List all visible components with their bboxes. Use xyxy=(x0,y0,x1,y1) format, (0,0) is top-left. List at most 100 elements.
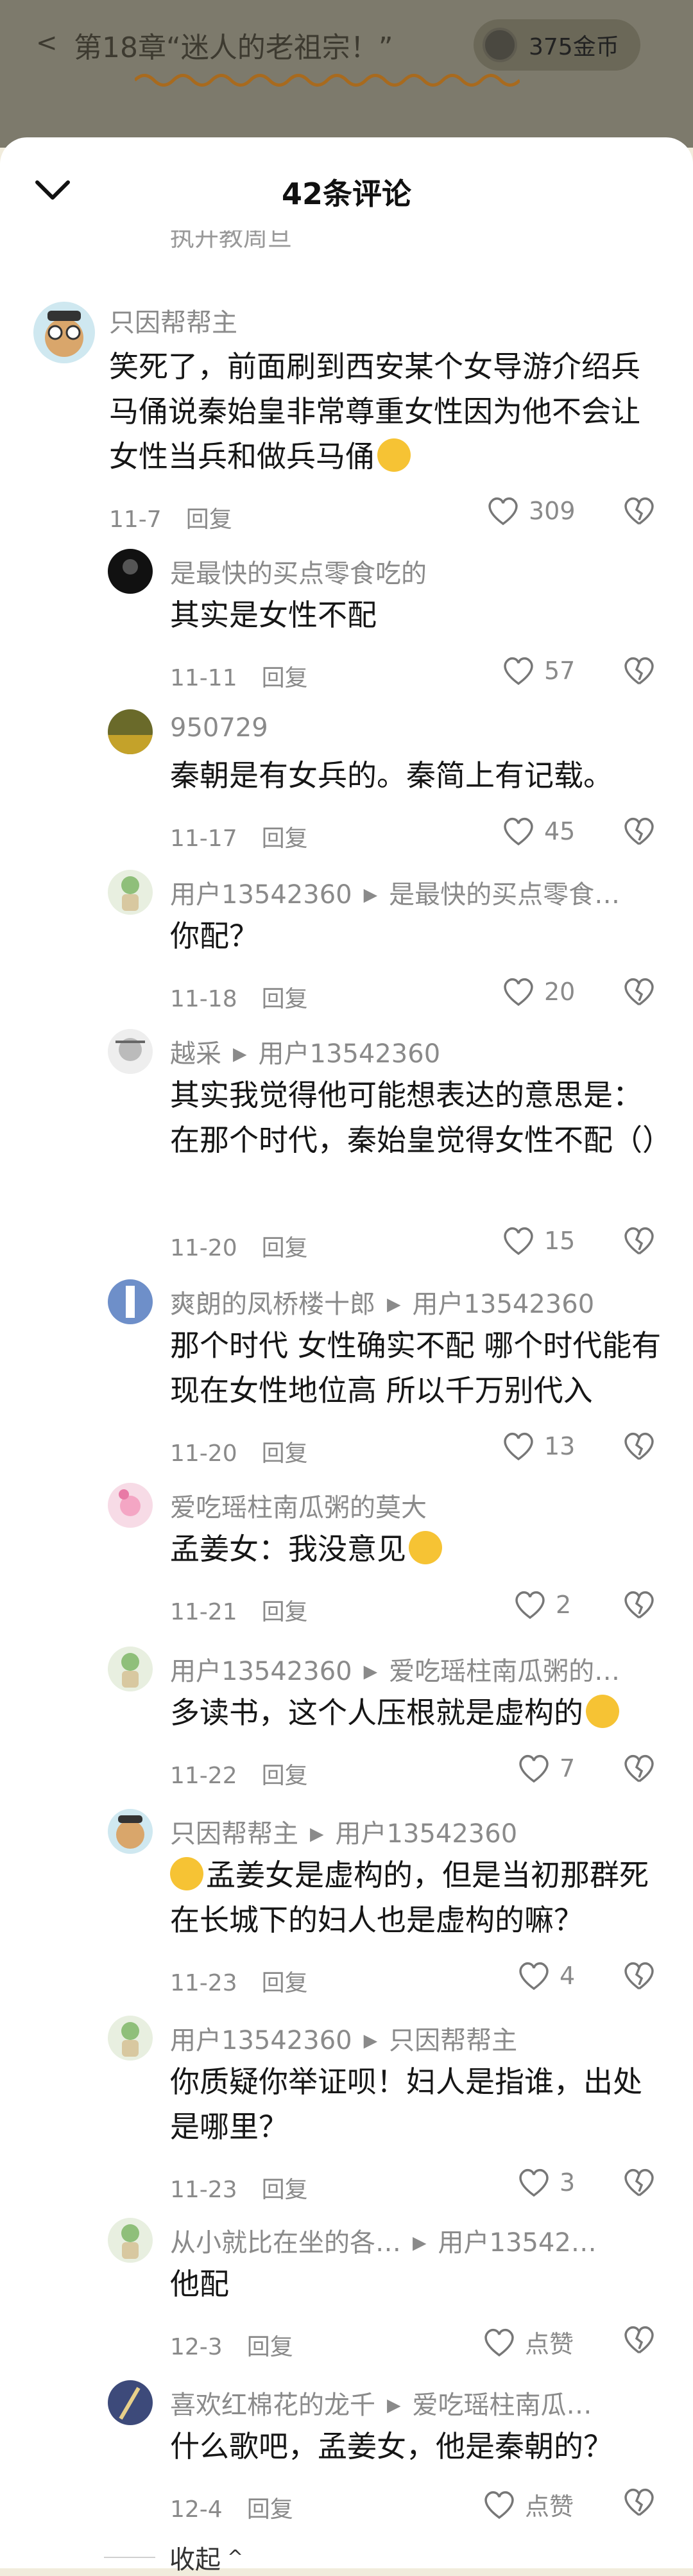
like-count: 7 xyxy=(560,1754,576,1783)
username[interactable]: 从小就比在坐的各… ▶ 用户13542… xyxy=(170,2222,597,2259)
comment-meta: 11-23 回复 xyxy=(170,2171,308,2204)
reply-button[interactable]: 回复 xyxy=(262,986,308,1012)
like-button[interactable]: 15 xyxy=(502,1225,575,1256)
avatar[interactable] xyxy=(108,1809,153,1854)
like-button[interactable]: 点赞 xyxy=(483,2487,574,2522)
comment-meta: 12-3 回复 xyxy=(170,2328,293,2362)
reply-button[interactable]: 回复 xyxy=(262,2177,308,2203)
avatar[interactable] xyxy=(108,1029,153,1074)
like-button[interactable]: 3 xyxy=(517,2167,575,2198)
username[interactable]: 只因帮帮主 ▶ 用户13542360 xyxy=(170,1813,517,1850)
avatar[interactable] xyxy=(108,1279,153,1324)
username[interactable]: 是最快的买点零食吃的 xyxy=(170,553,427,590)
avatar[interactable] xyxy=(108,1647,153,1691)
username[interactable]: 越采 ▶ 用户13542360 xyxy=(170,1033,440,1070)
broken-heart-icon[interactable] xyxy=(622,1431,656,1462)
broken-heart-icon[interactable] xyxy=(622,1960,656,1991)
reply-arrow-icon: ▶ xyxy=(363,2030,378,2051)
like-label: 点赞 xyxy=(525,2330,574,2358)
like-button[interactable]: 57 xyxy=(502,655,575,686)
avatar[interactable] xyxy=(108,1483,153,1528)
heart-icon xyxy=(504,818,533,846)
reply-arrow-icon: ▶ xyxy=(363,884,378,905)
reply-button[interactable]: 回复 xyxy=(262,1440,308,1467)
smile-emoji-icon xyxy=(586,1695,619,1728)
broken-heart-icon[interactable] xyxy=(622,1225,656,1256)
username[interactable]: 950729 xyxy=(170,713,268,743)
reply-button[interactable]: 回复 xyxy=(262,1235,308,1261)
reply-button[interactable]: 回复 xyxy=(262,665,308,691)
reply-button[interactable]: 回复 xyxy=(262,1763,308,1789)
like-count: 3 xyxy=(560,2168,576,2197)
comment-meta: 11-22 回复 xyxy=(170,1757,308,1790)
reply-arrow-icon: ▶ xyxy=(310,1823,324,1844)
reply-button[interactable]: 回复 xyxy=(247,2496,293,2523)
username[interactable]: 爽朗的凤桥楼十郎 ▶ 用户13542360 xyxy=(170,1283,594,1320)
broken-heart-icon[interactable] xyxy=(622,496,656,526)
divider xyxy=(104,2557,155,2558)
broken-heart-icon[interactable] xyxy=(622,816,656,847)
heart-icon xyxy=(488,497,518,526)
broken-heart-icon[interactable] xyxy=(622,1753,656,1784)
username[interactable]: 用户13542360 ▶ 是最快的买点零食… xyxy=(170,874,620,911)
coin-badge[interactable]: 375金币 xyxy=(474,19,640,71)
laughing-emoji-icon xyxy=(170,1857,203,1890)
avatar[interactable] xyxy=(108,549,153,594)
like-label: 点赞 xyxy=(525,2493,574,2521)
comment-date: 11-21 xyxy=(170,1599,237,1625)
reply-button[interactable]: 回复 xyxy=(262,1970,308,1996)
broken-heart-icon[interactable] xyxy=(622,2167,656,2198)
reply-arrow-icon: ▶ xyxy=(387,2394,401,2416)
comment-date: 11-23 xyxy=(170,1970,237,1996)
avatar[interactable] xyxy=(108,870,153,915)
like-count: 4 xyxy=(560,1962,576,1990)
avatar[interactable] xyxy=(108,709,153,754)
avatar[interactable] xyxy=(108,2218,153,2263)
comment-date: 11-23 xyxy=(170,2177,237,2203)
chapter-title: 第18章“迷人的老祖宗！” xyxy=(74,31,393,64)
avatar[interactable] xyxy=(108,2380,153,2425)
like-button[interactable]: 点赞 xyxy=(483,2324,574,2360)
comment-count-title: 42条评论 xyxy=(281,177,411,211)
comment-text: 他配 xyxy=(170,2267,229,2301)
like-button[interactable]: 2 xyxy=(513,1589,571,1620)
like-button[interactable]: 20 xyxy=(502,976,575,1007)
like-button[interactable]: 13 xyxy=(502,1431,575,1462)
reply-button[interactable]: 回复 xyxy=(186,506,232,533)
comment-meta: 11-7 回复 xyxy=(109,501,232,534)
like-button[interactable]: 309 xyxy=(486,496,576,526)
comment-meta: 11-11 回复 xyxy=(170,659,308,693)
username[interactable]: 只因帮帮主 xyxy=(109,302,237,339)
broken-heart-icon[interactable] xyxy=(622,1589,656,1620)
smirk-emoji-icon xyxy=(377,438,411,472)
avatar[interactable] xyxy=(33,302,95,363)
broken-heart-icon[interactable] xyxy=(622,655,656,686)
username[interactable]: 用户13542360 ▶ 只因帮帮主 xyxy=(170,2019,517,2057)
like-button[interactable]: 4 xyxy=(517,1960,575,1991)
comment-date: 11-20 xyxy=(170,1235,237,1261)
reply-button[interactable]: 回复 xyxy=(262,826,308,852)
heart-icon xyxy=(484,2491,514,2519)
heart-icon xyxy=(484,2328,514,2356)
comment-date: 12-4 xyxy=(170,2496,223,2523)
collapse-replies-button[interactable]: 收起 ^ xyxy=(104,2539,243,2576)
reply-button[interactable]: 回复 xyxy=(262,1599,308,1625)
like-count: 20 xyxy=(544,978,576,1006)
heart-icon xyxy=(504,1433,533,1461)
wave-decoration xyxy=(135,74,520,87)
broken-heart-icon[interactable] xyxy=(622,2324,656,2355)
like-button[interactable]: 45 xyxy=(502,816,575,847)
reply-arrow-icon: ▶ xyxy=(413,2232,427,2253)
username[interactable]: 爱吃瑶柱南瓜粥的莫大 xyxy=(170,1487,427,1524)
broken-heart-icon[interactable] xyxy=(622,2487,656,2518)
username[interactable]: 用户13542360 ▶ 爱吃瑶柱南瓜粥的… xyxy=(170,1650,620,1688)
like-count: 57 xyxy=(544,657,576,685)
back-icon[interactable]: < xyxy=(36,28,58,58)
reply-button[interactable]: 回复 xyxy=(247,2334,293,2360)
crying-emoji-icon xyxy=(409,1531,442,1564)
username[interactable]: 喜欢红棉花的龙千 ▶ 爱吃瑶柱南瓜… xyxy=(170,2384,592,2421)
collapse-label: 收起 xyxy=(169,2545,221,2575)
broken-heart-icon[interactable] xyxy=(622,976,656,1007)
like-button[interactable]: 7 xyxy=(517,1753,575,1784)
avatar[interactable] xyxy=(108,2016,153,2061)
